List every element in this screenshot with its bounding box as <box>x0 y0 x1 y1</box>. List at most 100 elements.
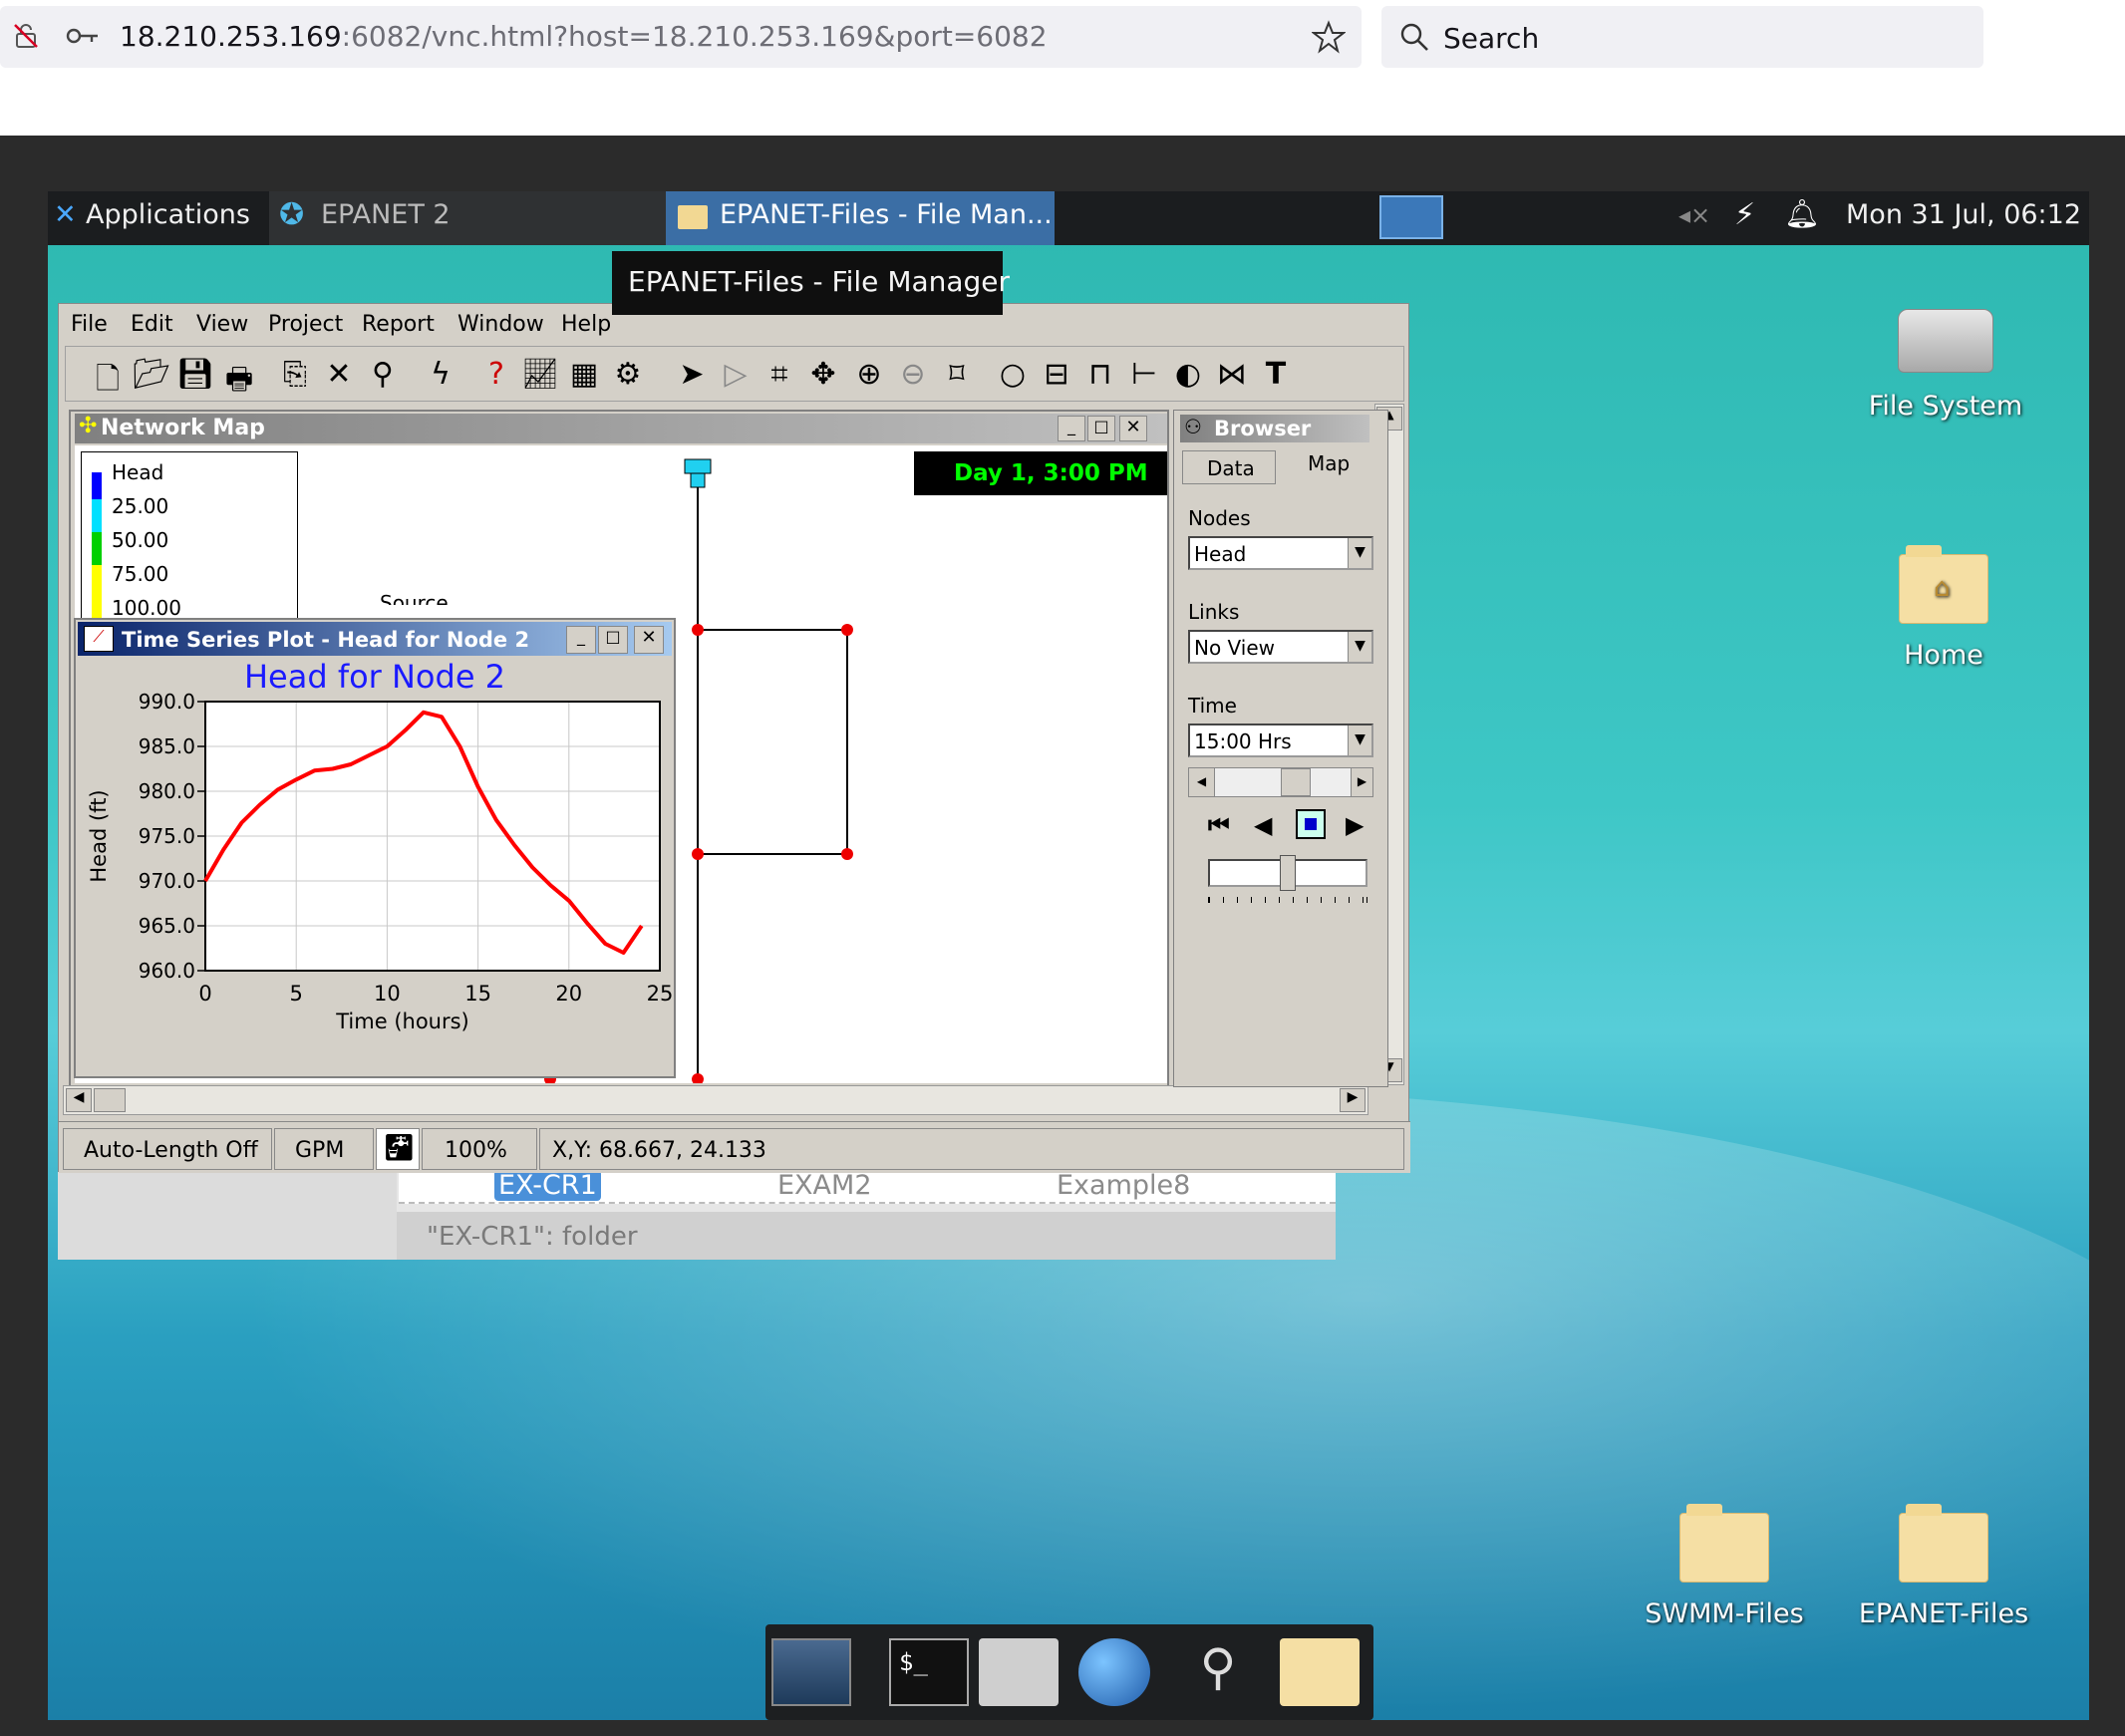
full-extent-icon[interactable]: ⌑ <box>937 357 977 392</box>
maximize-icon[interactable]: □ <box>598 626 628 654</box>
stop-icon[interactable] <box>1296 809 1326 839</box>
maximize-icon[interactable]: □ <box>1087 416 1115 441</box>
zoom-in-icon[interactable]: ⊕ <box>849 357 889 392</box>
scroll-thumb[interactable] <box>94 1088 126 1112</box>
workspace-switcher[interactable] <box>1379 195 1443 239</box>
scroll-left-icon[interactable]: ◀ <box>66 1088 92 1112</box>
menu-report[interactable]: Report <box>362 312 435 337</box>
file-manager-icon[interactable] <box>1280 1638 1360 1706</box>
map-legend[interactable]: Head 25.00 50.00 75.00 100.00 <box>81 451 298 622</box>
close-icon[interactable]: ✕ <box>634 626 664 654</box>
select-vertex-icon[interactable]: ▷ <box>716 357 756 392</box>
applications-menu[interactable]: ✕ Applications ⋮ <box>54 199 286 230</box>
chevron-down-icon[interactable]: ▼ <box>1348 538 1371 568</box>
taskbar-epanet[interactable]: ✪ EPANET 2 <box>269 191 708 245</box>
add-junction-icon[interactable]: ○ <box>993 357 1033 392</box>
play-forward-icon[interactable]: ▶ <box>1346 811 1364 839</box>
select-region-icon[interactable]: ⌗ <box>759 357 799 392</box>
links-value: No View <box>1194 636 1276 660</box>
notification-bell-icon[interactable]: 🔔︎ <box>1784 197 1820 230</box>
add-reservoir-icon[interactable]: ⊟ <box>1037 357 1076 392</box>
add-label-icon[interactable]: T <box>1256 357 1296 392</box>
insecure-lock-icon[interactable] <box>12 22 40 50</box>
add-pipe-icon[interactable]: ⊢ <box>1124 357 1164 392</box>
table-icon[interactable]: ▦ <box>564 357 604 392</box>
url-text[interactable]: 18.210.253.169:6082/vnc.html?host=18.210… <box>120 20 1048 53</box>
browser-titlebar[interactable]: Browser <box>1180 415 1369 442</box>
minimize-icon[interactable]: _ <box>1058 416 1085 441</box>
zoom-out-icon[interactable]: ⊖ <box>893 357 933 392</box>
time-scroll-thumb[interactable] <box>1281 768 1311 796</box>
scroll-right-icon[interactable]: ▶ <box>1351 768 1372 796</box>
fm-item-ex-cr1[interactable]: EX-CR1 <box>494 1170 601 1201</box>
open-file-icon[interactable]: 📂︎ <box>132 357 171 392</box>
scroll-left-icon[interactable]: ◀ <box>1189 768 1215 796</box>
delete-icon[interactable]: ✕ <box>319 357 359 392</box>
chevron-down-icon[interactable]: ▼ <box>1348 632 1371 662</box>
x-axis-label: Time (hours) <box>335 1010 469 1033</box>
map-hscrollbar[interactable]: ◀ ▶ <box>63 1085 1368 1115</box>
menu-help[interactable]: Help <box>561 312 611 337</box>
find-icon[interactable]: ⚲ <box>363 357 403 392</box>
select-object-icon[interactable]: ➤ <box>672 357 712 392</box>
run-icon[interactable]: ϟ <box>421 357 460 392</box>
menu-file[interactable]: File <box>71 312 108 337</box>
terminal-icon[interactable]: $_ <box>889 1638 969 1706</box>
app-finder-icon[interactable]: ⚲ <box>1178 1638 1258 1706</box>
rewind-icon[interactable]: ⏮ <box>1208 811 1230 839</box>
time-series-chart[interactable]: Head for Node 2 0 5 10 15 20 25 990.0 985.0 980.0… <box>76 658 674 1076</box>
new-file-icon[interactable]: 🗋 <box>88 357 128 408</box>
query-icon[interactable]: ? <box>476 357 516 392</box>
network-map-titlebar[interactable]: Network Map <box>75 414 1167 443</box>
menu-view[interactable]: View <box>196 312 248 337</box>
desktop-icon-swmm-files[interactable]: SWMM-Files <box>1635 1504 1814 1629</box>
links-select[interactable]: No View ▼ <box>1188 630 1373 664</box>
tab-data[interactable]: Data <box>1182 450 1276 484</box>
home-folder-icon[interactable] <box>979 1638 1059 1706</box>
taskbar-file-manager[interactable]: EPANET-Files - File Man... <box>666 191 1055 245</box>
step-back-icon[interactable]: ◀ <box>1254 811 1272 839</box>
fm-item-exam2[interactable]: EXAM2 <box>777 1170 872 1201</box>
add-pump-icon[interactable]: ◐ <box>1168 357 1208 392</box>
menu-project[interactable]: Project <box>268 312 343 337</box>
clock[interactable]: Mon 31 Jul, 06:12 <box>1846 199 2081 230</box>
tab-map[interactable]: Map <box>1278 446 1369 484</box>
scroll-right-icon[interactable]: ▶ <box>1340 1088 1366 1112</box>
chart-title: Head for Node 2 <box>244 658 505 696</box>
desktop-icon-file-system[interactable]: File System <box>1856 309 2035 422</box>
minimize-icon[interactable]: _ <box>566 626 596 654</box>
close-icon[interactable]: ✕ <box>1119 416 1147 441</box>
menu-edit[interactable]: Edit <box>131 312 173 337</box>
slider-thumb[interactable] <box>1280 855 1296 891</box>
file-manager-window: EX-CR1 EXAM2 Example8 "EX-CR1": folder <box>58 1166 1336 1260</box>
x-tick-label: 0 <box>198 982 211 1006</box>
status-autolength[interactable]: Auto-Length Off <box>63 1128 272 1170</box>
key-icon[interactable] <box>66 24 100 48</box>
save-icon[interactable]: 💾︎ <box>175 357 215 392</box>
pan-icon[interactable]: ✥ <box>803 357 843 392</box>
copy-icon[interactable]: ⎘ <box>275 357 315 392</box>
bookmark-star-icon[interactable] <box>1312 20 1346 54</box>
source-label: Source <box>380 591 449 605</box>
fm-item-example8[interactable]: Example8 <box>1057 1170 1190 1201</box>
junction-node <box>841 848 853 860</box>
time-select[interactable]: 15:00 Hrs ▼ <box>1188 723 1373 757</box>
menu-window[interactable]: Window <box>457 312 544 337</box>
desktop-icon-epanet-files[interactable]: EPANET-Files <box>1854 1504 2033 1629</box>
time-scrollbar[interactable]: ◀ ▶ <box>1188 767 1373 797</box>
volume-muted-icon[interactable]: ◂× <box>1678 201 1710 229</box>
add-valve-icon[interactable]: ⋈ <box>1212 357 1252 392</box>
print-icon[interactable]: 🖶 <box>219 357 259 408</box>
desktop-icon-home[interactable]: ⌂ Home <box>1854 545 2033 671</box>
icon-label: Home <box>1904 640 1983 671</box>
options-icon[interactable]: ⚙ <box>608 357 648 392</box>
power-icon[interactable]: ⚡ <box>1734 197 1755 232</box>
icon-label: SWMM-Files <box>1645 1598 1804 1629</box>
show-desktop-icon[interactable] <box>771 1638 851 1706</box>
chevron-down-icon[interactable]: ▼ <box>1348 725 1371 755</box>
nodes-select[interactable]: Head ▼ <box>1188 536 1373 570</box>
graph-icon[interactable]: 📈︎ <box>520 357 560 392</box>
add-tank-icon[interactable]: ⊓ <box>1080 357 1120 392</box>
junction-node <box>692 1073 704 1083</box>
web-browser-icon[interactable] <box>1078 1638 1150 1706</box>
